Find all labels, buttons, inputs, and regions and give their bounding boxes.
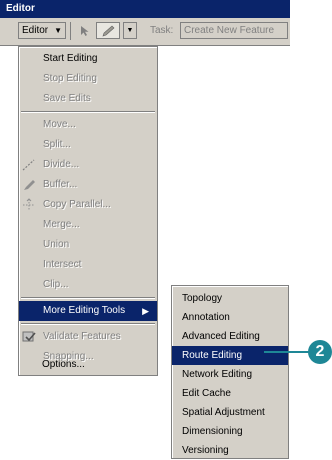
menu-item-label: Start Editing — [43, 53, 98, 64]
task-label: Task: — [150, 25, 174, 36]
submenu-item-edit-cache[interactable]: Edit Cache — [172, 384, 288, 403]
editor-dropdown-menu: Start Editing Stop Editing Save Edits Mo… — [18, 46, 158, 376]
menu-item-label: Divide... — [43, 159, 80, 170]
menu-separator — [21, 297, 155, 299]
divide-icon — [21, 157, 37, 173]
task-select[interactable]: Create New Feature — [180, 22, 288, 39]
menu-item-clip[interactable]: Clip... — [19, 275, 157, 295]
editor-menu-label: Editor — [22, 25, 49, 36]
menu-item-label: Options... — [42, 359, 85, 370]
menu-item-label: Stop Editing — [43, 73, 97, 84]
submenu-item-spatial-adjustment[interactable]: Spatial Adjustment — [172, 403, 288, 422]
menu-item-label: Buffer... — [43, 179, 78, 190]
validate-icon — [21, 329, 37, 345]
menu-item-more-editing-tools[interactable]: More Editing Tools ▶ — [19, 301, 157, 321]
menu-item-label: Validate Features — [43, 331, 121, 342]
menu-separator — [21, 111, 155, 113]
menu-item-label: More Editing Tools — [43, 305, 126, 316]
edit-pointer-icon[interactable] — [77, 22, 93, 39]
menu-item-union[interactable]: Union — [19, 235, 157, 255]
menu-item-label: Intersect — [43, 259, 82, 270]
submenu-item-topology[interactable]: Topology — [172, 289, 288, 308]
window-title: Editor — [0, 0, 290, 18]
menu-item-copy-parallel[interactable]: Copy Parallel... — [19, 195, 157, 215]
menu-item-save-edits[interactable]: Save Edits — [19, 89, 157, 109]
submenu-item-versioning[interactable]: Versioning — [172, 441, 288, 460]
submenu-item-route-editing[interactable]: Route Editing — [172, 346, 288, 365]
menu-item-options[interactable]: Options... — [18, 355, 156, 375]
menu-item-label: Merge... — [43, 219, 80, 230]
chevron-right-icon: ▶ — [142, 306, 149, 316]
menu-item-intersect[interactable]: Intersect — [19, 255, 157, 275]
menu-item-start-editing[interactable]: Start Editing — [19, 49, 157, 69]
menu-item-label: Copy Parallel... — [43, 199, 111, 210]
menu-item-label: Clip... — [43, 279, 69, 290]
submenu-item-dimensioning[interactable]: Dimensioning — [172, 422, 288, 441]
menu-item-buffer[interactable]: Buffer... — [19, 175, 157, 195]
chevron-down-icon: ▼ — [54, 26, 62, 35]
menu-item-move[interactable]: Move... — [19, 115, 157, 135]
menu-item-label: Union — [43, 239, 70, 250]
menu-item-divide[interactable]: Divide... — [19, 155, 157, 175]
submenu-item-network-editing[interactable]: Network Editing — [172, 365, 288, 384]
menu-separator — [21, 323, 155, 325]
step-number-badge: 2 — [308, 340, 332, 364]
copy-parallel-icon — [21, 197, 37, 213]
callout-leader-line — [264, 351, 312, 353]
menu-item-merge[interactable]: Merge... — [19, 215, 157, 235]
sketch-tool-button[interactable] — [96, 22, 120, 39]
menu-item-label: Split... — [43, 139, 71, 150]
menu-item-label: Save Edits — [43, 93, 91, 104]
buffer-icon — [21, 177, 37, 193]
editor-menu-button[interactable]: Editor ▼ — [18, 22, 66, 39]
menu-item-stop-editing[interactable]: Stop Editing — [19, 69, 157, 89]
menu-item-validate-features[interactable]: Validate Features — [19, 327, 157, 347]
submenu-item-annotation[interactable]: Annotation — [172, 308, 288, 327]
submenu-item-advanced-editing[interactable]: Advanced Editing — [172, 327, 288, 346]
menu-item-label: Move... — [43, 119, 76, 130]
sketch-tool-dropdown[interactable]: ▼ — [123, 22, 137, 39]
toolbar-separator — [70, 22, 71, 40]
more-editing-tools-submenu: Topology Annotation Advanced Editing Rou… — [171, 285, 289, 459]
menu-item-split[interactable]: Split... — [19, 135, 157, 155]
